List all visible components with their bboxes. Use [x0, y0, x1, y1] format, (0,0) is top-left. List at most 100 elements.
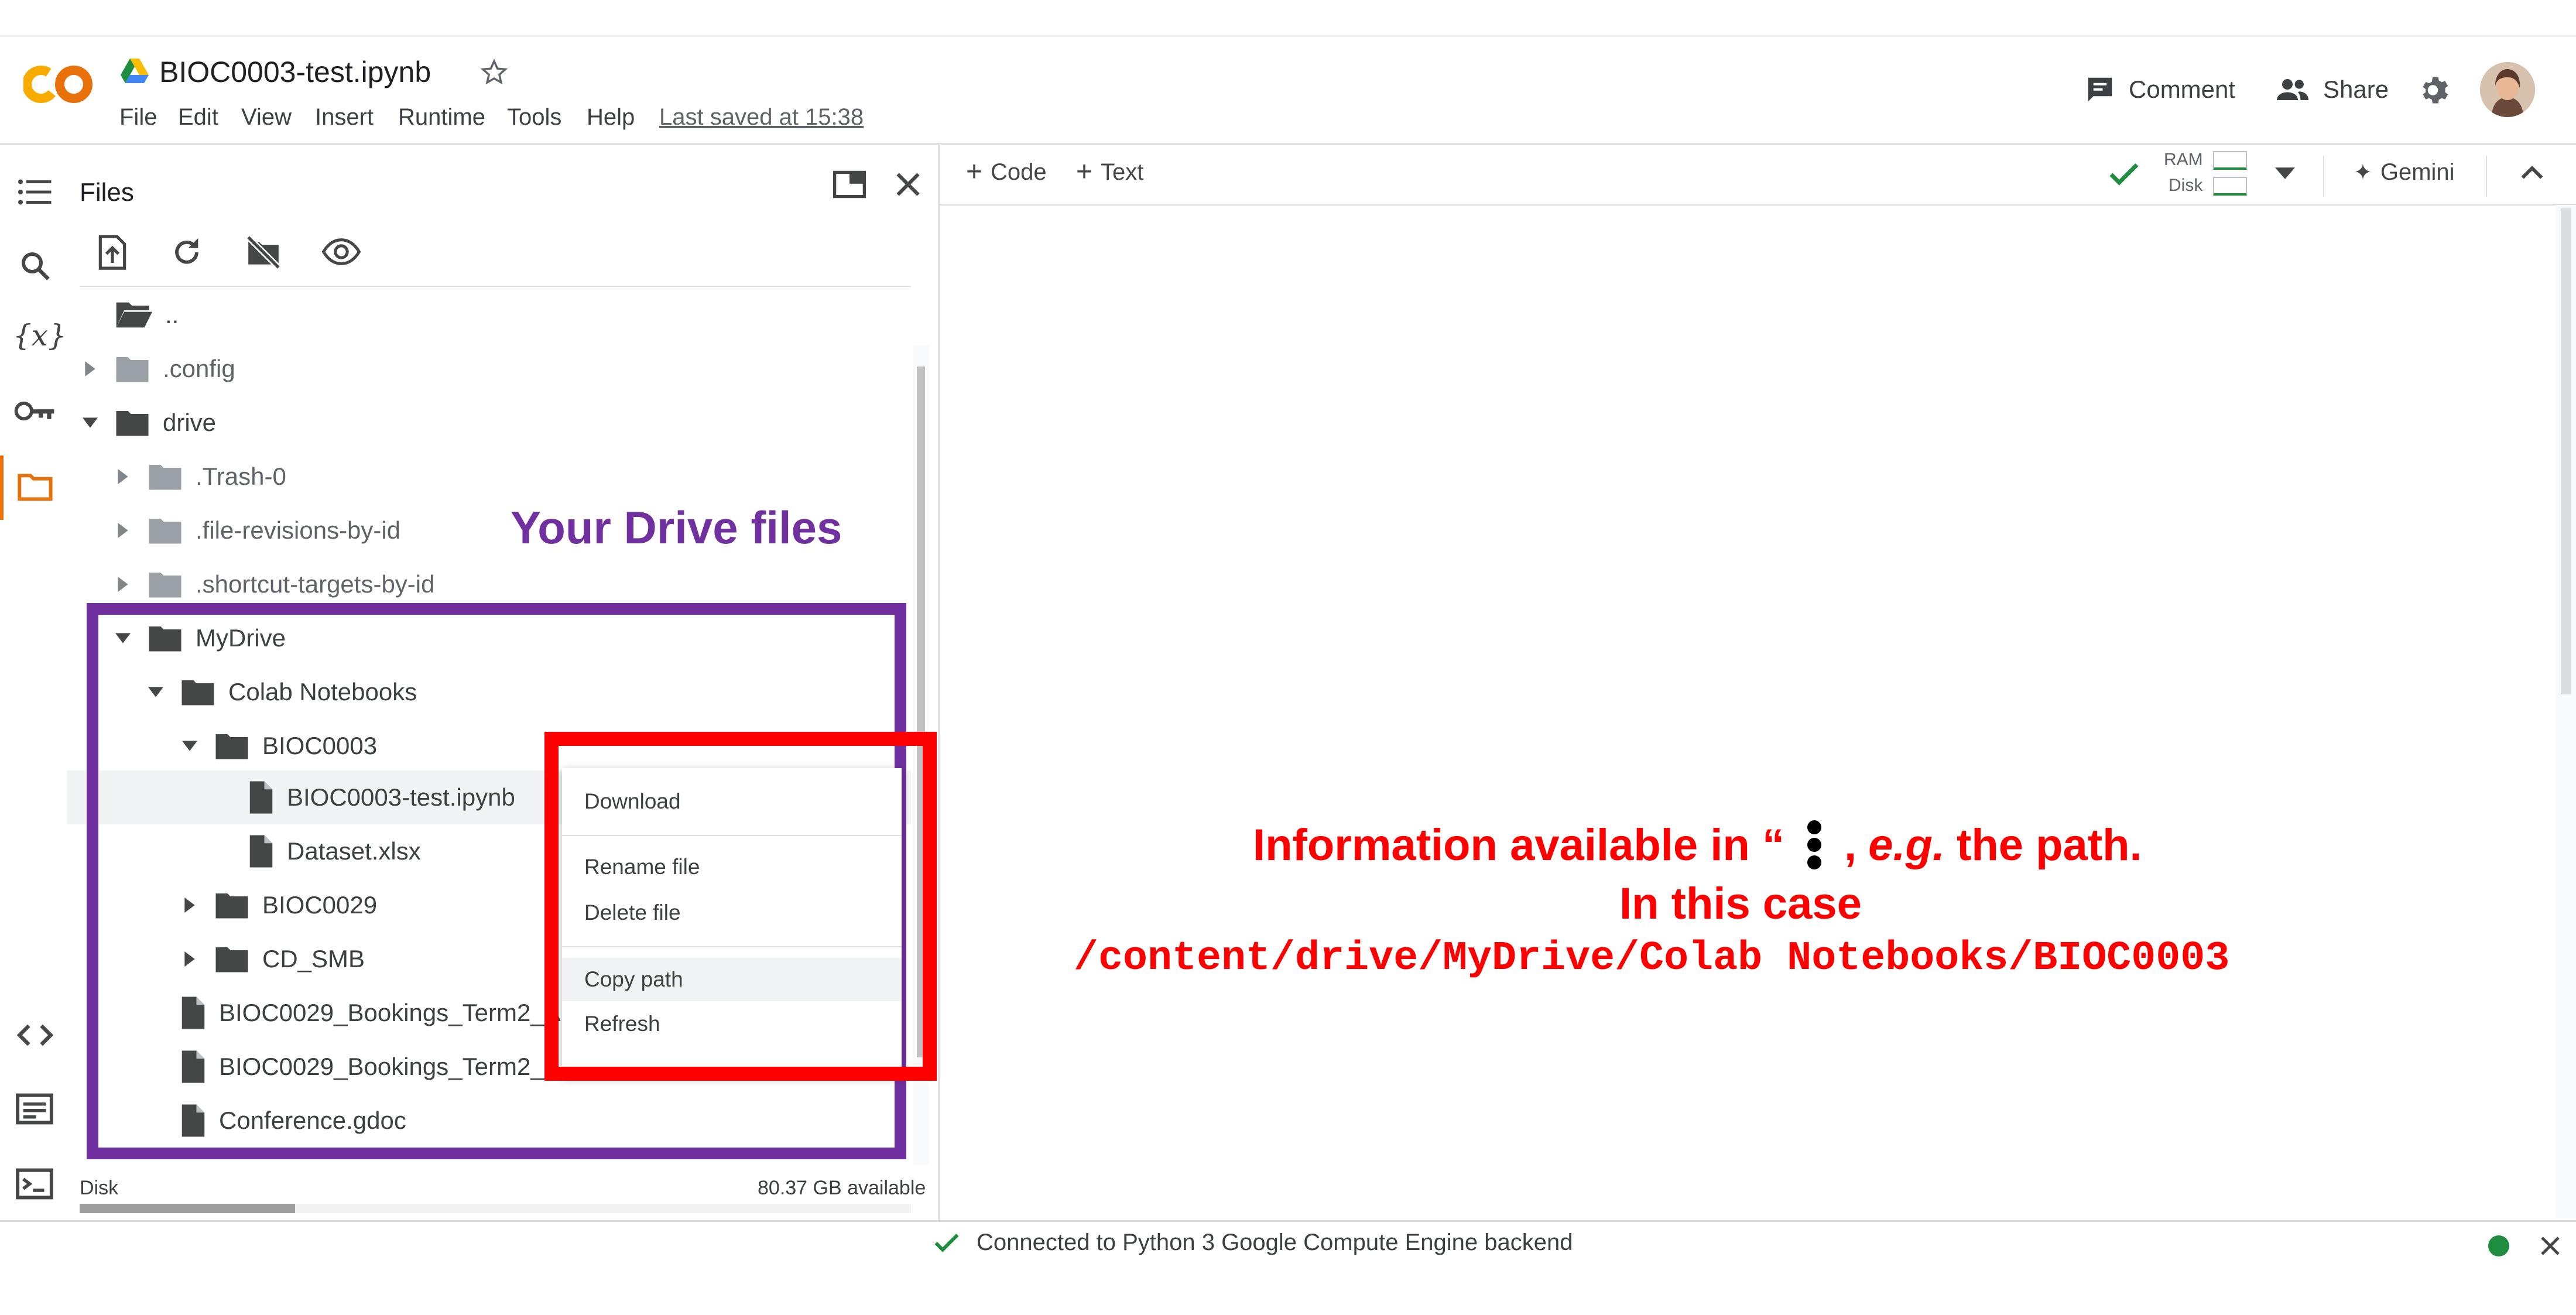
chevron-right-icon[interactable] — [111, 573, 135, 596]
key-icon[interactable] — [14, 398, 56, 424]
menu-tools[interactable]: Tools — [507, 104, 561, 131]
context-menu-highlight-box — [544, 732, 937, 1081]
people-icon — [2277, 79, 2308, 100]
last-saved-link[interactable]: Last saved at 15:38 — [659, 104, 864, 131]
add-text-label: Text — [1101, 159, 1144, 185]
header-divider — [0, 143, 2576, 145]
tree-item-label: drive — [163, 409, 217, 436]
horizontal-scrollbar[interactable] — [80, 1204, 911, 1213]
share-button[interactable]: Share — [2275, 74, 2389, 105]
chevron-right-icon[interactable] — [111, 465, 135, 488]
notebook-toolbar-divider — [939, 204, 2576, 206]
search-icon[interactable] — [18, 248, 53, 283]
disk-usage-label: Disk — [2169, 176, 2203, 195]
drive-files-annotation: Your Drive files — [511, 502, 842, 553]
chevron-right-icon[interactable] — [111, 519, 135, 542]
folder-icon — [149, 573, 181, 598]
horizontal-scrollbar-thumb[interactable] — [80, 1204, 295, 1213]
star-icon[interactable] — [479, 57, 509, 88]
plus-icon: + — [966, 156, 983, 187]
sparkle-icon: ✦ — [2354, 160, 2372, 185]
top-divider — [0, 35, 2576, 37]
close-panel-icon[interactable] — [893, 170, 923, 199]
plus-icon: + — [1076, 156, 1093, 187]
disk-available: 80.37 GB available — [758, 1177, 926, 1199]
info-annotation-eg: e.g. — [1868, 820, 1945, 870]
notebook-scrollbar[interactable] — [2556, 205, 2576, 1218]
tree-item-parent[interactable]: .. — [78, 288, 179, 342]
tree-item-file-revisions[interactable]: .file-revisions-by-id — [111, 504, 400, 557]
files-toolbar-divider — [80, 286, 911, 287]
files-panel-title: Files — [80, 178, 134, 207]
folder-icon — [149, 465, 181, 490]
visibility-icon[interactable] — [322, 238, 361, 266]
chevron-right-icon[interactable] — [78, 357, 102, 381]
settings-gear-icon[interactable] — [2418, 73, 2453, 108]
runtime-status-dot — [2488, 1235, 2509, 1256]
notebook-scrollbar-thumb[interactable] — [2561, 208, 2571, 694]
tree-item-label: .shortcut-targets-by-id — [196, 570, 435, 598]
menu-file[interactable]: File — [119, 104, 157, 131]
comment-button[interactable]: Comment — [2084, 74, 2235, 105]
folder-open-icon — [116, 302, 152, 328]
tree-item-drive[interactable]: drive — [78, 396, 216, 450]
status-message: Connected to Python 3 Google Compute Eng… — [977, 1230, 1573, 1255]
ram-label: RAM — [2164, 150, 2203, 169]
comment-label: Comment — [2129, 76, 2236, 103]
chevron-down-icon[interactable] — [78, 411, 102, 434]
menu-view[interactable]: View — [241, 104, 292, 131]
collapse-chevron-up-icon[interactable] — [2521, 164, 2543, 180]
info-annotation-prefix: Information available in “ — [1253, 820, 1784, 870]
caret-down-icon[interactable] — [2275, 167, 2295, 179]
tree-item-trash[interactable]: .Trash-0 — [111, 450, 286, 504]
toolbar-divider — [2323, 156, 2324, 197]
connected-check-icon — [2108, 162, 2140, 187]
menu-runtime[interactable]: Runtime — [398, 104, 485, 131]
disk-meter[interactable] — [2213, 177, 2247, 196]
status-bar: Connected to Python 3 Google Compute Eng… — [933, 1230, 1573, 1256]
gemini-label: Gemini — [2380, 159, 2455, 185]
command-palette-icon[interactable] — [15, 1093, 54, 1125]
tree-item-config[interactable]: .config — [78, 342, 235, 396]
refresh-icon[interactable] — [170, 235, 204, 269]
variables-icon[interactable]: {x} — [13, 319, 67, 352]
tree-item-label: .file-revisions-by-id — [196, 516, 401, 544]
status-bar-divider — [0, 1220, 2576, 1222]
user-avatar[interactable] — [2480, 62, 2535, 117]
upload-icon[interactable] — [96, 234, 129, 270]
add-text-button[interactable]: + Text — [1076, 158, 1143, 186]
info-annotation-line2: In this case — [1619, 879, 1862, 929]
tree-item-label: .. — [165, 301, 179, 328]
terminal-icon[interactable] — [15, 1167, 54, 1200]
drive-icon — [121, 59, 149, 83]
toc-icon[interactable] — [18, 177, 53, 207]
active-indicator — [0, 456, 4, 520]
menu-edit[interactable]: Edit — [178, 104, 218, 131]
info-annotation-comma: , — [1844, 820, 1857, 870]
info-annotation-line1: Information available in “ , e.g. the pa… — [1253, 819, 2142, 871]
tree-item-label: .Trash-0 — [196, 463, 286, 490]
comment-icon — [2088, 77, 2112, 102]
info-annotation-path: /content/drive/MyDrive/Colab Notebooks/B… — [1074, 936, 2230, 982]
folder-icon[interactable] — [16, 471, 54, 502]
folder-icon — [149, 519, 181, 544]
folder-icon — [116, 357, 149, 382]
colab-logo[interactable] — [23, 63, 93, 105]
info-annotation-end: the path. — [1957, 820, 2142, 870]
unmount-drive-icon[interactable] — [245, 234, 282, 270]
code-snippets-icon[interactable] — [16, 1022, 54, 1048]
add-code-label: Code — [991, 159, 1047, 185]
more-vert-icon — [1807, 820, 1821, 869]
folder-icon — [116, 411, 149, 436]
menu-insert[interactable]: Insert — [315, 104, 374, 131]
disk-label: Disk — [80, 1177, 119, 1199]
toolbar-divider — [2486, 156, 2487, 197]
menu-help[interactable]: Help — [587, 104, 635, 131]
open-in-tab-icon[interactable] — [833, 170, 866, 199]
share-label: Share — [2323, 76, 2389, 103]
ram-meter[interactable] — [2213, 151, 2247, 170]
notebook-title[interactable]: BIOC0003-test.ipynb — [159, 55, 431, 89]
gemini-button[interactable]: ✦ Gemini — [2354, 159, 2455, 186]
add-code-button[interactable]: + Code — [966, 158, 1047, 186]
close-status-icon[interactable] — [2539, 1234, 2562, 1258]
